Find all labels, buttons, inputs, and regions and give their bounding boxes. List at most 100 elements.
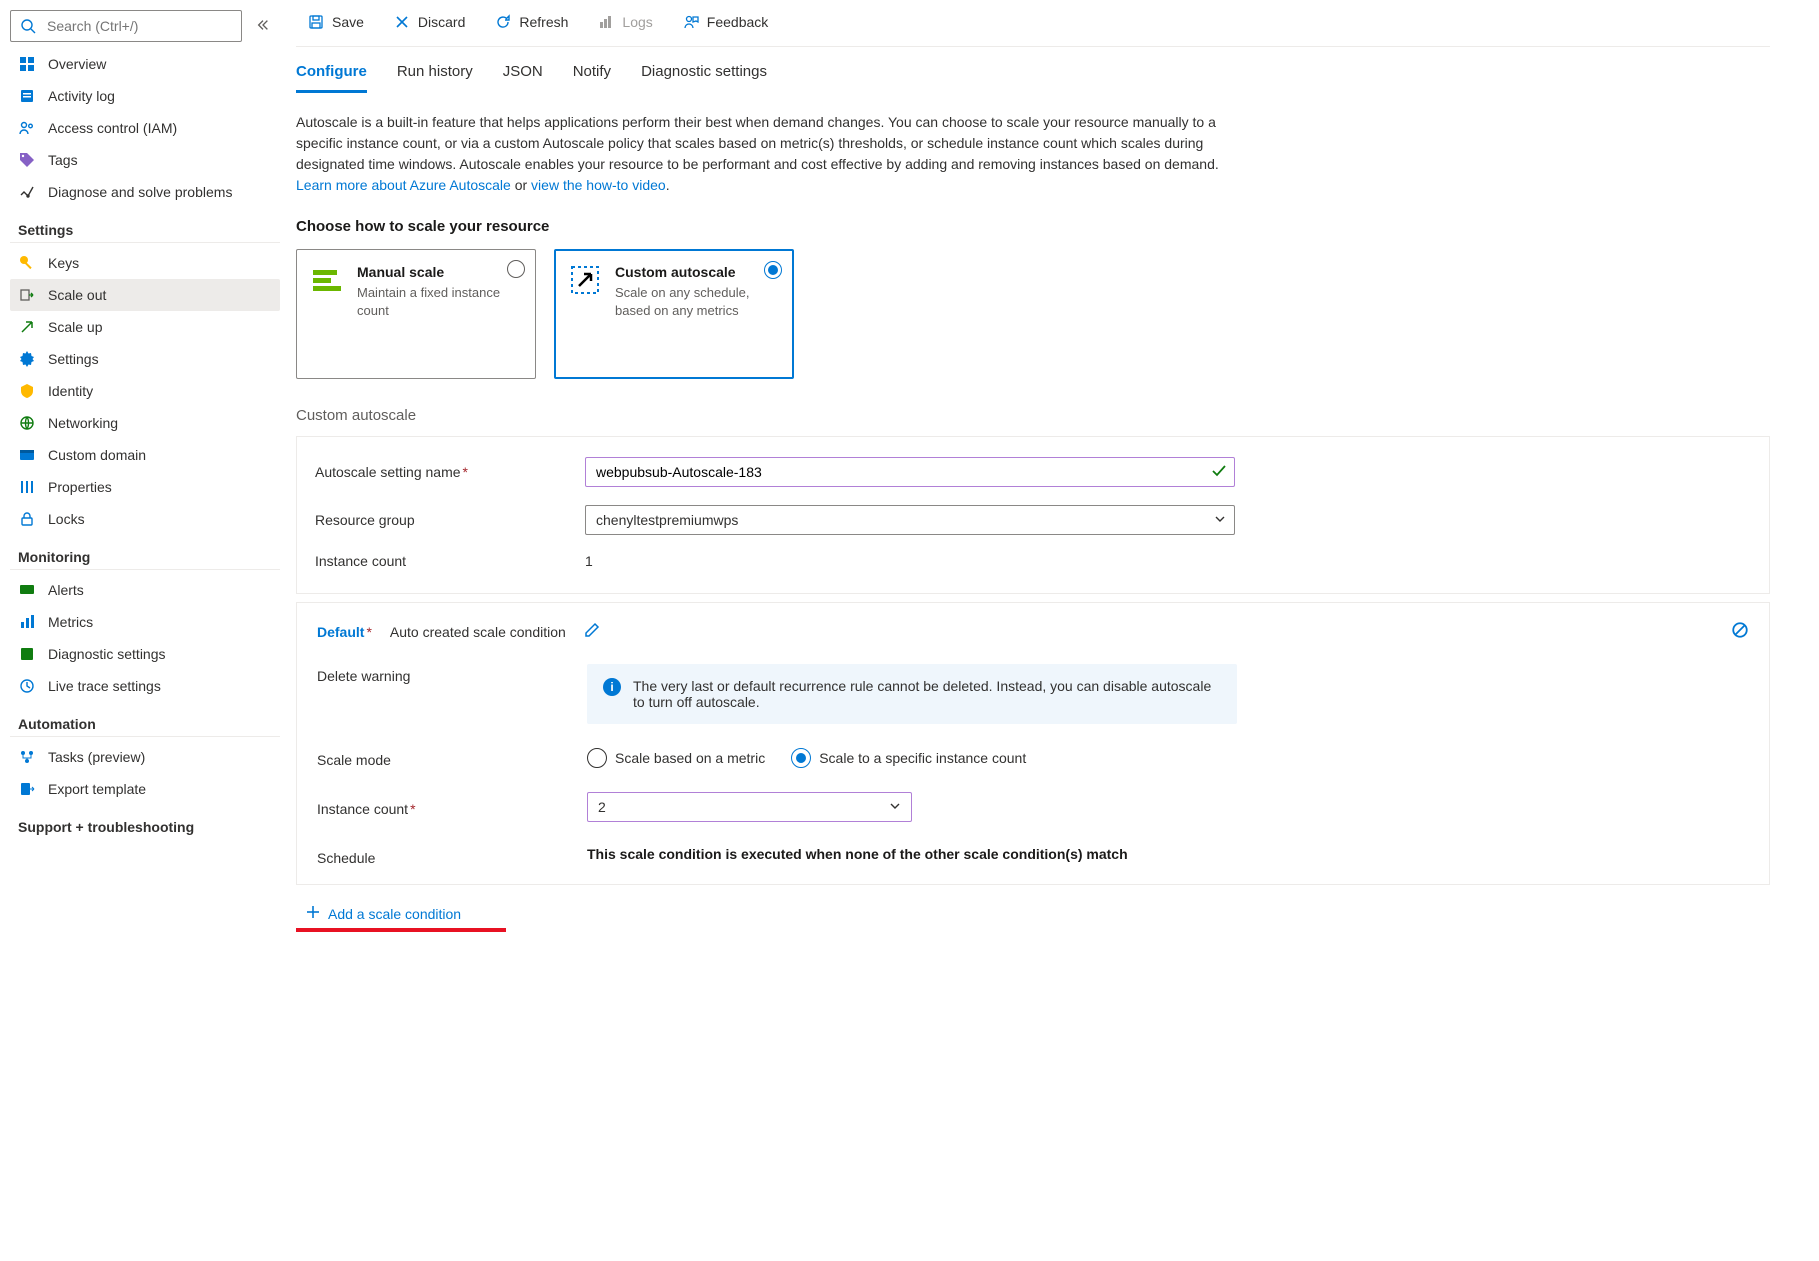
logs-button: Logs: [586, 8, 664, 36]
scale-mode-fixed-radio[interactable]: Scale to a specific instance count: [791, 748, 1026, 768]
nav-export-template[interactable]: Export template: [10, 773, 280, 805]
feedback-button[interactable]: Feedback: [671, 8, 780, 36]
save-label: Save: [332, 14, 364, 30]
delete-warning-banner: i The very last or default recurrence ru…: [587, 664, 1237, 724]
chevron-down-icon: [1214, 512, 1226, 528]
tasks-icon: [18, 748, 36, 766]
nav-label: Properties: [48, 479, 112, 495]
learn-more-link[interactable]: Learn more about Azure Autoscale: [296, 177, 511, 193]
resource-group-value: chenyltestpremiumwps: [596, 512, 738, 528]
edit-condition-icon[interactable]: [584, 622, 600, 641]
delete-warning-label: Delete warning: [317, 664, 587, 684]
nav-metrics[interactable]: Metrics: [10, 606, 280, 638]
discard-icon: [394, 14, 410, 30]
nav-diagnose[interactable]: Diagnose and solve problems: [10, 176, 280, 208]
nav-tasks[interactable]: Tasks (preview): [10, 741, 280, 773]
nav-networking[interactable]: Networking: [10, 407, 280, 439]
highlight-underline: [296, 928, 506, 932]
nav-label: Activity log: [48, 88, 115, 104]
tabs: Configure Run history JSON Notify Diagno…: [296, 47, 1770, 94]
save-icon: [308, 14, 324, 30]
resource-group-select[interactable]: chenyltestpremiumwps: [585, 505, 1235, 535]
refresh-button[interactable]: Refresh: [483, 8, 580, 36]
save-button[interactable]: Save: [296, 8, 376, 36]
tab-json[interactable]: JSON: [503, 57, 543, 93]
cond-instance-count-select[interactable]: 2: [587, 792, 912, 822]
nav-identity[interactable]: Identity: [10, 375, 280, 407]
nav-label: Diagnostic settings: [48, 646, 166, 662]
nav-label: Metrics: [48, 614, 93, 630]
tab-configure[interactable]: Configure: [296, 57, 367, 93]
custom-autoscale-radio[interactable]: [764, 261, 782, 279]
tab-notify[interactable]: Notify: [573, 57, 611, 93]
autoscale-description: Autoscale is a built-in feature that hel…: [296, 112, 1256, 196]
scale-options: Manual scale Maintain a fixed instance c…: [296, 249, 1770, 379]
custom-autoscale-icon: [569, 264, 601, 296]
nav-custom-domain[interactable]: Custom domain: [10, 439, 280, 471]
main-content: Save Discard Refresh Logs Feedback Confi…: [280, 0, 1800, 972]
search-input[interactable]: [45, 17, 233, 35]
nav-settings[interactable]: Settings: [10, 343, 280, 375]
alerts-icon: [18, 581, 36, 599]
autoscale-name-label: Autoscale setting name*: [315, 464, 585, 480]
nav-label: Access control (IAM): [48, 120, 177, 136]
cond-instance-count-label: Instance count*: [317, 797, 587, 817]
scale-mode-metric-radio[interactable]: Scale based on a metric: [587, 748, 765, 768]
delete-warning-text: The very last or default recurrence rule…: [633, 678, 1221, 710]
nav-overview[interactable]: Overview: [10, 48, 280, 80]
search-box[interactable]: [10, 10, 242, 42]
default-condition-box: Default* Auto created scale condition De…: [296, 602, 1770, 885]
discard-button[interactable]: Discard: [382, 8, 477, 36]
section-automation-title: Automation: [10, 702, 280, 737]
nav-activity-log[interactable]: Activity log: [10, 80, 280, 112]
nav-access-control[interactable]: Access control (IAM): [10, 112, 280, 144]
tab-run-history[interactable]: Run history: [397, 57, 473, 93]
nav-tags[interactable]: Tags: [10, 144, 280, 176]
custom-autoscale-sub: Scale on any schedule, based on any metr…: [615, 284, 779, 319]
nav-label: Custom domain: [48, 447, 146, 463]
feedback-label: Feedback: [707, 14, 768, 30]
live-trace-icon: [18, 677, 36, 695]
autoscale-name-input[interactable]: [585, 457, 1235, 487]
choose-scale-heading: Choose how to scale your resource: [296, 218, 1770, 235]
disable-condition-icon[interactable]: [1731, 621, 1749, 642]
nav-label: Export template: [48, 781, 146, 797]
collapse-sidebar-icon[interactable]: [252, 14, 274, 39]
manual-scale-title: Manual scale: [357, 264, 521, 280]
diagnostic-settings-icon: [18, 645, 36, 663]
nav-label: Overview: [48, 56, 106, 72]
schedule-message: This scale condition is executed when no…: [587, 846, 1128, 862]
valid-check-icon: [1211, 463, 1227, 482]
nav-live-trace[interactable]: Live trace settings: [10, 670, 280, 702]
nav-label: Locks: [48, 511, 85, 527]
nav-properties[interactable]: Properties: [10, 471, 280, 503]
info-icon: i: [603, 678, 621, 696]
add-scale-condition-button[interactable]: Add a scale condition: [306, 905, 461, 922]
tab-diagnostic-settings[interactable]: Diagnostic settings: [641, 57, 767, 93]
networking-icon: [18, 414, 36, 432]
logs-icon: [598, 14, 614, 30]
manual-scale-radio[interactable]: [507, 260, 525, 278]
nav-locks[interactable]: Locks: [10, 503, 280, 535]
refresh-label: Refresh: [519, 14, 568, 30]
nav-alerts[interactable]: Alerts: [10, 574, 280, 606]
nav-scale-up[interactable]: Scale up: [10, 311, 280, 343]
desc-mid: or: [515, 177, 531, 193]
refresh-icon: [495, 14, 511, 30]
section-monitoring-title: Monitoring: [10, 535, 280, 570]
metrics-icon: [18, 613, 36, 631]
nav-scale-out[interactable]: Scale out: [10, 279, 280, 311]
export-template-icon: [18, 780, 36, 798]
scale-mode-label: Scale mode: [317, 748, 587, 768]
feedback-icon: [683, 14, 699, 30]
custom-autoscale-card[interactable]: Custom autoscale Scale on any schedule, …: [554, 249, 794, 379]
manual-scale-card[interactable]: Manual scale Maintain a fixed instance c…: [296, 249, 536, 379]
nav-label: Identity: [48, 383, 93, 399]
custom-domain-icon: [18, 446, 36, 464]
nav-diagnostic-settings[interactable]: Diagnostic settings: [10, 638, 280, 670]
plus-icon: [306, 905, 320, 922]
scale-mode-metric-label: Scale based on a metric: [615, 750, 765, 766]
autoscale-form: Autoscale setting name* Resource group c…: [296, 436, 1770, 594]
nav-keys[interactable]: Keys: [10, 247, 280, 279]
howto-video-link[interactable]: view the how-to video: [531, 177, 666, 193]
